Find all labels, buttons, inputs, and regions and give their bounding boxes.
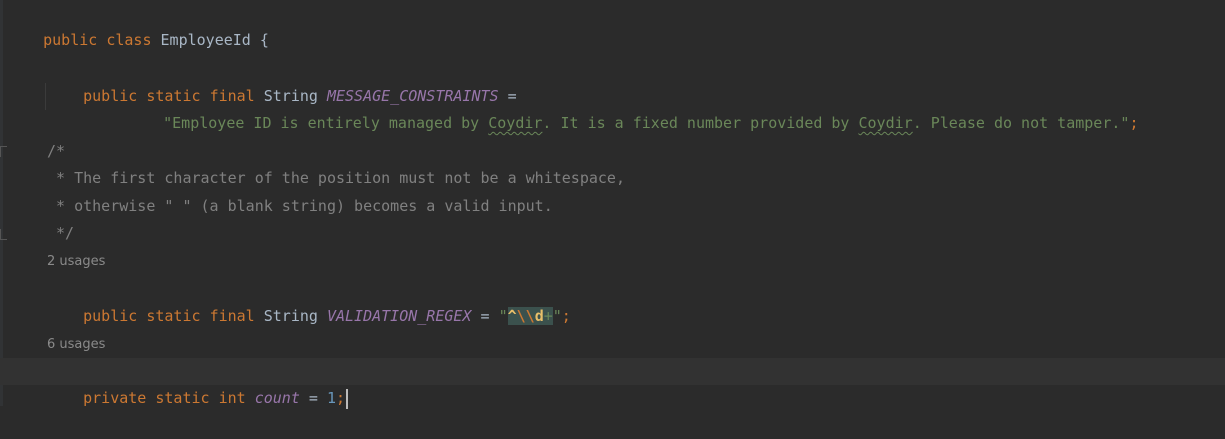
class-name: EmployeeId <box>160 31 251 49</box>
regex-anchor: ^ <box>507 307 517 325</box>
comment-line[interactable]: * otherwise " " (a blank string) becomes… <box>0 193 1225 220</box>
spelling-typo[interactable]: Coydir <box>488 114 542 132</box>
semicolon: ; <box>1129 114 1139 132</box>
semicolon: ; <box>561 307 571 325</box>
string-literal: "Employee ID is entirely managed by <box>163 114 489 132</box>
usages-hint[interactable]: 6 usages <box>0 331 1225 358</box>
keyword: private <box>83 389 147 407</box>
code-line-3[interactable]: public static final String MESSAGE_CONST… <box>0 56 1225 105</box>
operator: = <box>480 307 490 325</box>
operator: = <box>308 389 318 407</box>
number-literal: 1 <box>326 389 336 407</box>
keyword: public <box>43 31 98 49</box>
code-line-1[interactable]: public class EmployeeId { <box>0 0 1225 49</box>
keyword: class <box>106 31 152 49</box>
comment-line[interactable]: /* <box>0 138 1225 165</box>
escape-sequence: \\ <box>516 307 535 325</box>
brace: { <box>259 31 269 49</box>
code-editor[interactable]: public class EmployeeId { public static … <box>0 0 1225 409</box>
keyword: int <box>218 389 246 407</box>
semicolon: ; <box>336 389 346 407</box>
comment-line[interactable]: * The first character of the position mu… <box>0 165 1225 192</box>
comment-line[interactable]: */ <box>0 220 1225 247</box>
regex-class: d <box>534 307 544 325</box>
usages-hint[interactable]: 2 usages <box>0 248 1225 275</box>
code-line-4[interactable]: "Employee ID is entirely managed by Coyd… <box>0 83 1225 132</box>
keyword: static <box>155 389 210 407</box>
regex-highlight: ^\\d+ <box>507 307 553 325</box>
constant-name: VALIDATION_REGEX <box>326 307 472 325</box>
string-literal: . Please do not tamper." <box>912 114 1130 132</box>
field-name: count <box>254 389 300 407</box>
keyword: static <box>146 307 201 325</box>
string-quote: " <box>552 307 562 325</box>
code-line-11[interactable]: public static final String VALIDATION_RE… <box>0 276 1225 325</box>
spelling-typo[interactable]: Coydir <box>859 114 913 132</box>
string-literal: . It is a fixed number provided by <box>542 114 859 132</box>
regex-quantifier: + <box>543 307 553 325</box>
keyword: public <box>83 307 138 325</box>
keyword: final <box>209 307 255 325</box>
code-line-current[interactable]: private static int count = 1; <box>0 358 1225 409</box>
type-name: String <box>263 307 318 325</box>
string-quote: " <box>498 307 508 325</box>
